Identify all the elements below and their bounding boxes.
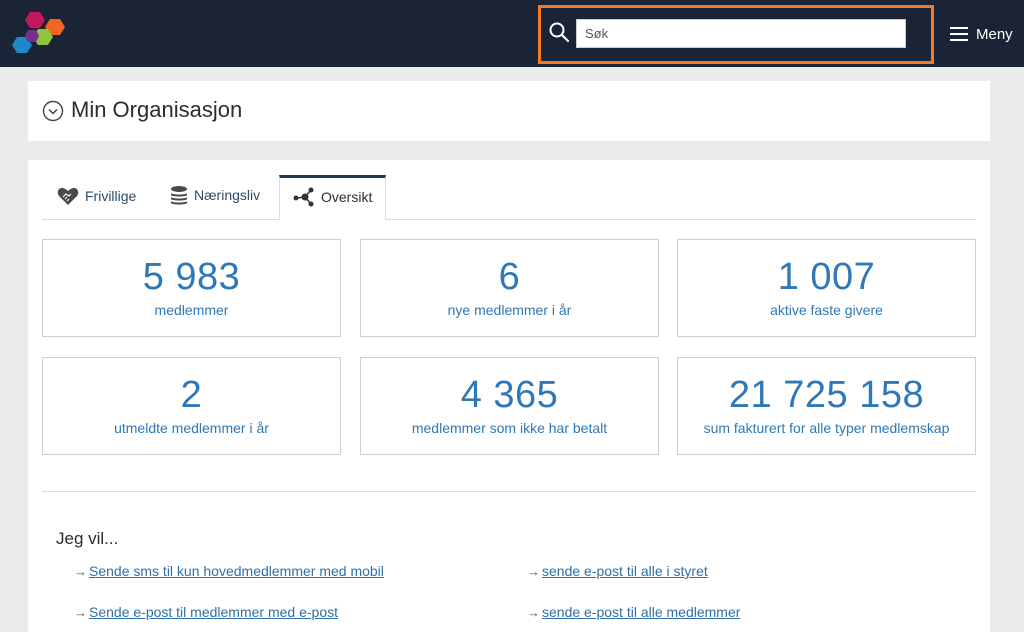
stat-label: utmeldte medlemmer i år: [114, 420, 269, 436]
stat-unpaid-members[interactable]: 4 365 medlemmer som ikke har betalt: [360, 357, 659, 455]
actions-heading: Jeg vil...: [56, 529, 119, 548]
stat-value: 4 365: [460, 374, 559, 416]
stat-new-members[interactable]: 6 nye medlemmer i år: [360, 239, 659, 337]
arrow-right-icon: →: [527, 604, 540, 620]
search-icon[interactable]: [548, 21, 570, 43]
logo[interactable]: [10, 10, 74, 58]
menu-button[interactable]: Meny: [950, 24, 1013, 44]
search-input[interactable]: [576, 19, 906, 48]
stat-resigned-members[interactable]: 2 utmeldte medlemmer i år: [42, 357, 341, 455]
network-nodes-icon: [293, 187, 314, 207]
menu-label: Meny: [976, 25, 1013, 43]
action-link[interactable]: sende e-post til alle i styret: [542, 563, 708, 579]
stat-label: aktive faste givere: [770, 302, 883, 318]
arrow-right-icon: →: [527, 563, 540, 579]
action-link[interactable]: Sende sms til kun hovedmedlemmer med mob…: [89, 563, 384, 579]
action-email-board[interactable]: → sende e-post til alle i styret: [527, 563, 708, 579]
stat-value: 1 007: [777, 256, 876, 298]
stat-members[interactable]: 5 983 medlemmer: [42, 239, 341, 337]
arrow-right-icon: →: [74, 563, 87, 579]
tabs-divider: [42, 219, 976, 220]
tab-naeringsliv[interactable]: Næringsliv: [170, 185, 260, 205]
hamburger-icon: [950, 27, 968, 41]
action-link[interactable]: Sende e-post til medlemmer med e-post: [89, 604, 338, 620]
stat-label: sum fakturert for alle typer medlemskap: [703, 420, 950, 436]
stat-value: 5 983: [142, 256, 241, 298]
arrow-right-icon: →: [74, 604, 87, 620]
coin-stack-icon: [171, 186, 187, 205]
page-title: Min Organisasjon: [71, 97, 243, 122]
chevron-down-circle-icon[interactable]: [42, 100, 64, 122]
tab-oversikt[interactable]: Oversikt: [293, 187, 372, 207]
action-link[interactable]: sende e-post til alle medlemmer: [542, 604, 740, 620]
action-email-members-with-email[interactable]: → Sende e-post til medlemmer med e-post: [74, 604, 338, 620]
stat-label: nye medlemmer i år: [447, 302, 572, 318]
stat-active-donors[interactable]: 1 007 aktive faste givere: [677, 239, 976, 337]
tab-label: Frivillige: [85, 188, 137, 204]
handshake-heart-icon: [57, 187, 79, 205]
stat-value: 2: [180, 374, 203, 416]
action-email-all-members[interactable]: → sende e-post til alle medlemmer: [527, 604, 740, 620]
stat-label: medlemmer: [154, 302, 229, 318]
stat-total-invoiced[interactable]: 21 725 158 sum fakturert for alle typer …: [677, 357, 976, 455]
stat-value: 21 725 158: [728, 374, 925, 416]
tab-frivillige[interactable]: Frivillige: [57, 186, 136, 206]
tab-label: Oversikt: [321, 189, 373, 205]
section-divider: [42, 491, 976, 492]
stat-value: 6: [498, 256, 521, 298]
action-sms-main-members[interactable]: → Sende sms til kun hovedmedlemmer med m…: [74, 563, 384, 579]
stat-label: medlemmer som ikke har betalt: [411, 420, 608, 436]
tab-label: Næringsliv: [194, 187, 261, 203]
